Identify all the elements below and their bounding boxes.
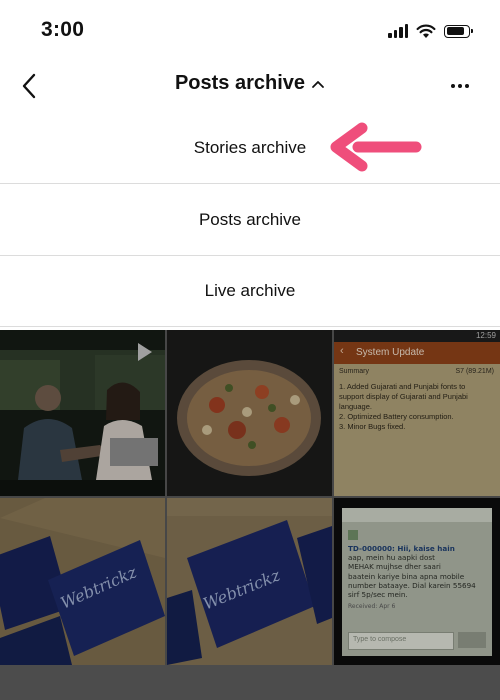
grid-item-photo[interactable] <box>167 330 332 496</box>
sms-line: baatein kariye bina apna mobile <box>348 571 465 581</box>
sms-line: aap, mein hu aapki dost <box>348 553 435 563</box>
screenshot-line: language. <box>339 402 372 411</box>
archive-menu: Stories archive Posts archive Live archi… <box>0 112 500 327</box>
screenshot-size-label: S7 (89.21M) <box>455 368 494 375</box>
status-time: 3:00 <box>41 18 85 41</box>
sms-line: MEHAK mujhse dher saari <box>348 562 441 572</box>
posts-grid: 12:59 ‹ System Update Summary S7 (89.21M… <box>0 330 500 665</box>
battery-icon <box>444 24 473 38</box>
menu-item-stories-archive[interactable]: Stories archive <box>0 112 500 183</box>
pointer-arrow-icon <box>330 122 422 172</box>
sms-send-button <box>458 632 486 648</box>
menu-item-posts-archive[interactable]: Posts archive <box>0 183 500 255</box>
grid-item-photo[interactable]: Webtrickz <box>0 498 165 665</box>
screenshot-line: 2. Optimized Battery consumption. <box>339 412 454 421</box>
screenshot-line: 1. Added Gujarati and Punjabi fonts to <box>339 382 466 391</box>
grid-item-photo[interactable]: Webtrickz <box>167 498 332 665</box>
status-icons <box>388 22 473 40</box>
wifi-icon <box>416 24 436 38</box>
screenshot-status-time: 12:59 <box>475 331 496 340</box>
menu-item-live-archive[interactable]: Live archive <box>0 255 500 327</box>
grid-item-screenshot[interactable]: 12:59 ‹ System Update Summary S7 (89.21M… <box>334 330 500 496</box>
screenshot-line: 3. Minor Bugs fixed. <box>339 422 406 431</box>
screenshot-body: 1. Added Gujarati and Punjabi fonts to s… <box>339 382 495 432</box>
sms-received: Received: Apr 6 <box>348 603 396 611</box>
navigation-bar: Posts archive <box>0 62 500 112</box>
sms-line: sirf 5p/sec mein. <box>348 590 408 600</box>
grid-item-video[interactable] <box>0 330 165 496</box>
screenshot-back-icon: ‹ <box>340 345 344 357</box>
menu-item-label: Live archive <box>204 281 296 300</box>
grid-bottom-area <box>0 665 500 700</box>
chevron-up-icon <box>312 80 324 88</box>
play-icon <box>138 343 152 361</box>
screenshot-line: support display of Gujarati and Punjabi <box>339 392 468 401</box>
menu-item-label: Stories archive <box>193 137 307 157</box>
status-bar: 3:00 <box>0 0 500 62</box>
screenshot-summary-label: Summary <box>339 368 369 375</box>
archive-type-dropdown[interactable]: Posts archive <box>175 72 325 95</box>
more-options-button[interactable] <box>440 70 480 102</box>
screenshot-header: System Update <box>356 347 425 358</box>
grid-item-screenshot[interactable]: TD-000000: Hii, kaise hain aap, mein hu … <box>334 498 500 665</box>
sms-line: number bataaye. Dial karein 55694 <box>348 580 476 590</box>
cellular-signal-icon <box>388 24 408 38</box>
more-horizontal-icon <box>451 84 469 88</box>
sms-message: TD-000000: Hii, kaise hain aap, mein hu … <box>348 544 488 611</box>
sms-line: TD-000000: Hii, kaise hain <box>348 544 455 553</box>
sms-compose-placeholder: Type to compose <box>353 636 407 643</box>
page-title: Posts archive <box>174 72 306 94</box>
menu-item-label: Posts archive <box>198 209 302 229</box>
